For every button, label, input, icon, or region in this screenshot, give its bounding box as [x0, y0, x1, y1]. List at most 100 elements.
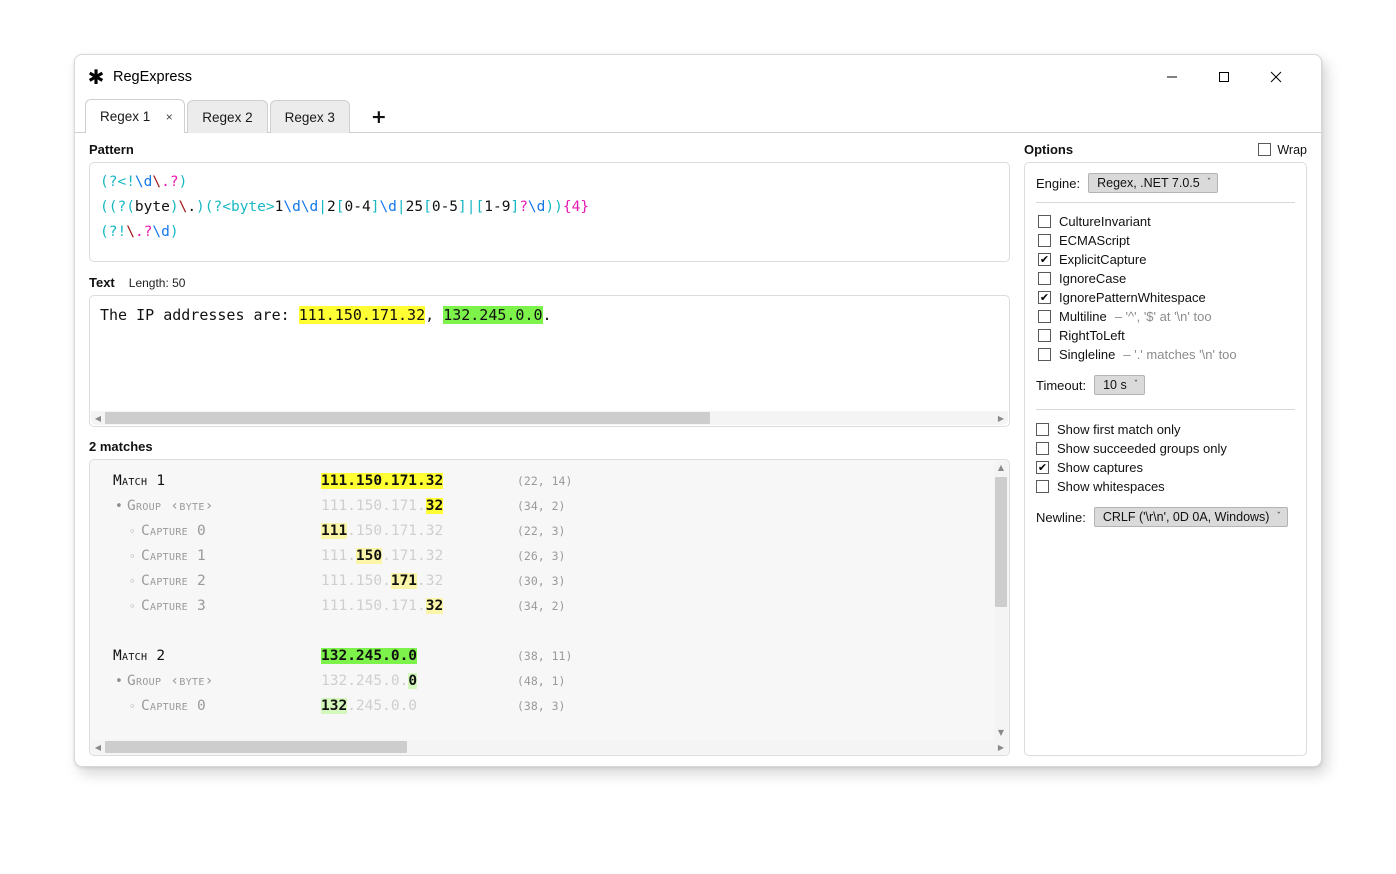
checkbox[interactable] — [1038, 348, 1051, 361]
tab-regex-3[interactable]: Regex 3 — [269, 100, 350, 133]
checkbox[interactable] — [1038, 329, 1051, 342]
checkbox[interactable]: ✔ — [1036, 461, 1049, 474]
scroll-thumb[interactable] — [105, 412, 710, 424]
pattern-editor[interactable]: (?<!\d\.?) ((?(byte)\.)(?<byte>1\d\d|2[0… — [89, 162, 1010, 262]
match-row[interactable]: ◦ Capture 0 132.245.0.0 (38, 3) — [101, 694, 1009, 719]
match-row-kind: Match 2 — [113, 648, 166, 664]
capture-bullet-icon: ◦ — [129, 550, 136, 563]
checkbox[interactable] — [1038, 310, 1051, 323]
newline-select[interactable]: CRLF ('\r\n', 0D 0A, Windows) ˇ — [1093, 507, 1288, 527]
match-row[interactable]: ◦ Capture 2 111.150.171.32 (30, 3) — [101, 569, 1009, 594]
scroll-down-icon[interactable]: ▼ — [994, 726, 1008, 740]
options-panel: Engine: Regex, .NET 7.0.5 ˇ CultureInvar… — [1024, 162, 1307, 756]
timeout-row: Timeout: 10 s ˇ — [1036, 375, 1295, 395]
match-row-value: 111.150.171.32 — [321, 523, 444, 539]
engine-row: Engine: Regex, .NET 7.0.5 ˇ — [1036, 173, 1295, 193]
display-option-show-first-match-only[interactable]: Show first match only — [1036, 420, 1295, 439]
match-row[interactable]: ◦ Capture 1 111.150.171.32 (26, 3) — [101, 544, 1009, 569]
display-options-list: Show first match only Show succeeded grou… — [1036, 420, 1295, 496]
flag-ignorepatternwhitespace[interactable]: ✔ IgnorePatternWhitespace — [1038, 288, 1295, 307]
flag-singleline[interactable]: Singleline – '.' matches '\n' too — [1038, 345, 1295, 364]
text-prefix: The IP addresses are: — [100, 306, 299, 324]
scroll-track[interactable] — [105, 411, 994, 425]
match-row-value: 132.245.0.0 — [321, 673, 418, 689]
checkbox[interactable] — [1036, 442, 1049, 455]
checkbox-label: Show whitespaces — [1057, 479, 1165, 494]
display-option-show-captures[interactable]: ✔ Show captures — [1036, 458, 1295, 477]
matches-panel[interactable]: Match 1 111.150.171.32 (22, 14) • Group ‹byt… — [89, 459, 1010, 756]
match-row[interactable]: • Group ‹byte› 132.245.0.0 (48, 1) — [101, 669, 1009, 694]
scroll-up-icon[interactable]: ▲ — [994, 461, 1008, 475]
tab-regex-2[interactable]: Regex 2 — [187, 100, 268, 133]
text-length-label: Length: 50 — [128, 276, 186, 290]
match-row-kind: Capture 0 — [141, 698, 207, 714]
match-row-label: ◦ Capture 2 — [101, 569, 321, 594]
engine-label: Engine: — [1036, 175, 1081, 191]
flag-explicitcapture[interactable]: ✔ ExplicitCapture — [1038, 250, 1295, 269]
checkbox[interactable] — [1038, 272, 1051, 285]
flag-ignorecase[interactable]: IgnoreCase — [1038, 269, 1295, 288]
scroll-thumb-vertical[interactable] — [995, 477, 1007, 607]
checkbox-label: ECMAScript — [1059, 233, 1130, 248]
text-separator: , — [425, 306, 444, 324]
scroll-right-icon[interactable]: ▶ — [994, 414, 1008, 423]
checkbox[interactable] — [1036, 423, 1049, 436]
scroll-left-icon[interactable]: ◀ — [91, 414, 105, 423]
right-column: Options Wrap Engine: Regex, .NET 7.0.5 ˇ… — [1018, 133, 1321, 766]
scroll-track[interactable] — [105, 740, 994, 754]
add-tab-button[interactable]: + — [368, 106, 390, 128]
newline-label: Newline: — [1036, 509, 1086, 525]
match-row[interactable]: • Group ‹byte› 111.150.171.32 (34, 2) — [101, 494, 1009, 519]
checkbox[interactable]: ✔ — [1038, 291, 1051, 304]
match-row-label: Match 2 — [101, 644, 321, 669]
tab-strip: Regex 1 × Regex 2 Regex 3 + — [75, 99, 1321, 134]
flag-cultureinvariant[interactable]: CultureInvariant — [1038, 212, 1295, 231]
flag-multiline[interactable]: Multiline – '^', '$' at '\n' too — [1038, 307, 1295, 326]
checkbox[interactable]: ✔ — [1038, 253, 1051, 266]
text-editor[interactable]: The IP addresses are: 111.150.171.32, 13… — [89, 295, 1010, 427]
match-row-label: ◦ Capture 1 — [101, 544, 321, 569]
text-horizontal-scrollbar[interactable]: ◀ ▶ — [91, 411, 1008, 425]
scroll-right-icon[interactable]: ▶ — [994, 743, 1008, 752]
checkbox[interactable] — [1038, 215, 1051, 228]
app-title: RegExpress — [113, 69, 192, 85]
title-bar-left: ✱ RegExpress — [87, 55, 192, 99]
checkbox-label: IgnorePatternWhitespace — [1059, 290, 1206, 305]
flag-ecmascript[interactable]: ECMAScript — [1038, 231, 1295, 250]
timeout-select[interactable]: 10 s ˇ — [1094, 375, 1146, 395]
engine-select[interactable]: Regex, .NET 7.0.5 ˇ — [1088, 173, 1219, 193]
tab-close-icon[interactable]: × — [162, 110, 176, 124]
options-header: Options Wrap — [1024, 142, 1307, 157]
tab-label: Regex 3 — [284, 109, 335, 125]
match-row-position: (22, 14) — [517, 474, 573, 488]
matches-vertical-scrollbar[interactable]: ▲ ▼ — [994, 461, 1008, 740]
scroll-thumb[interactable] — [105, 741, 408, 753]
wrap-checkbox-row[interactable]: Wrap — [1258, 143, 1307, 157]
capture-bullet-icon: ◦ — [129, 575, 136, 588]
wrap-checkbox[interactable] — [1258, 143, 1272, 156]
display-option-show-succeeded-groups-only[interactable]: Show succeeded groups only — [1036, 439, 1295, 458]
text-label: Text — [89, 275, 115, 290]
matches-count-label: 2 matches — [89, 439, 153, 454]
checkbox[interactable] — [1038, 234, 1051, 247]
match-row[interactable]: Match 1 111.150.171.32 (22, 14) — [101, 469, 1009, 494]
match-row[interactable]: ◦ Capture 0 111.150.171.32 (22, 3) — [101, 519, 1009, 544]
matches-horizontal-scrollbar[interactable]: ◀ ▶ — [91, 740, 1008, 754]
tab-regex-1[interactable]: Regex 1 × — [85, 99, 186, 134]
flag-righttoleft[interactable]: RightToLeft — [1038, 326, 1295, 345]
match-row[interactable]: Match 2 132.245.0.0 (38, 11) — [101, 644, 1009, 669]
checkbox-label: Multiline — [1059, 309, 1107, 324]
match-row-value: 111.150.171.32 — [321, 548, 444, 564]
left-column: Pattern (?<!\d\.?) ((?(byte)\.)(?<byte>1… — [75, 133, 1018, 766]
checkbox[interactable] — [1036, 480, 1049, 493]
checkbox-label: Show captures — [1057, 460, 1143, 475]
capture-bullet-icon: ◦ — [129, 700, 136, 713]
scroll-left-icon[interactable]: ◀ — [91, 743, 105, 752]
close-button[interactable] — [1253, 55, 1299, 99]
match-row-value: 111.150.171.32 — [321, 473, 444, 489]
match-row[interactable]: ◦ Capture 3 111.150.171.32 (34, 2) — [101, 594, 1009, 619]
display-option-show-whitespaces[interactable]: Show whitespaces — [1036, 477, 1295, 496]
regexpress-window: ✱ RegExpress Regex 1 × Regex 2 Regex 3 +… — [74, 54, 1322, 767]
maximize-button[interactable] — [1201, 55, 1247, 99]
minimize-button[interactable] — [1149, 55, 1195, 99]
